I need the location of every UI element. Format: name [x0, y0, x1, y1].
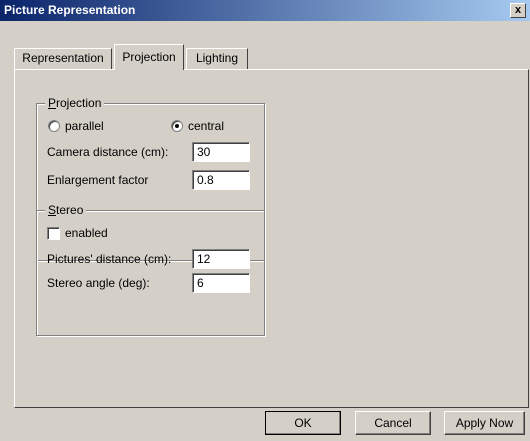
tab-projection[interactable]: Projection — [114, 44, 184, 70]
close-button[interactable]: x — [510, 3, 526, 18]
tab-representation[interactable]: Representation — [14, 48, 112, 69]
apply-now-button[interactable]: Apply Now — [444, 411, 525, 435]
checkbox-square — [47, 226, 60, 240]
central-radio-circle — [171, 120, 183, 132]
central-label: central — [188, 119, 225, 133]
stereo-angle-field[interactable]: 6 — [192, 273, 250, 293]
camera-distance-label: Camera distance (cm): — [47, 145, 169, 159]
stereo-enabled-checkbox[interactable]: enabled — [47, 226, 108, 240]
tab-lighting-label: Lighting — [195, 51, 239, 65]
pictures-distance-field[interactable]: 12 — [192, 249, 250, 269]
ok-button[interactable]: OK — [265, 411, 341, 435]
tab-representation-label: Representation — [22, 51, 104, 65]
window-title: Picture Representation — [4, 3, 136, 17]
projection-tab-panel: Projection parallel central Camera dista… — [14, 69, 529, 408]
dialog-window: Picture Representation x Representation … — [0, 0, 530, 441]
tab-projection-label: Projection — [122, 50, 176, 64]
enlargement-factor-field[interactable]: 0.8 — [192, 170, 250, 190]
stereo-group-title: Stereo — [45, 203, 87, 217]
radio-selected-dot-icon — [175, 124, 179, 128]
pictures-distance-label: Pictures' distance (cm): — [47, 252, 172, 266]
parallel-radio[interactable]: parallel — [48, 119, 104, 133]
parallel-label: parallel — [65, 119, 104, 133]
enlargement-factor-label: Enlargement factor — [47, 173, 149, 187]
stereo-group: Stereo enabled Pictures' distance (cm): … — [36, 203, 265, 336]
enabled-label: enabled — [65, 226, 108, 240]
camera-distance-field[interactable]: 30 — [192, 142, 250, 162]
central-radio[interactable]: central — [171, 119, 224, 133]
close-icon: x — [514, 4, 522, 16]
tab-lighting[interactable]: Lighting — [186, 48, 248, 69]
projection-group-title: Projection — [45, 96, 105, 110]
stereo-angle-label: Stereo angle (deg): — [47, 276, 150, 290]
title-bar[interactable]: Picture Representation x — [0, 0, 530, 21]
cancel-button[interactable]: Cancel — [355, 411, 431, 435]
parallel-radio-circle — [48, 120, 60, 132]
